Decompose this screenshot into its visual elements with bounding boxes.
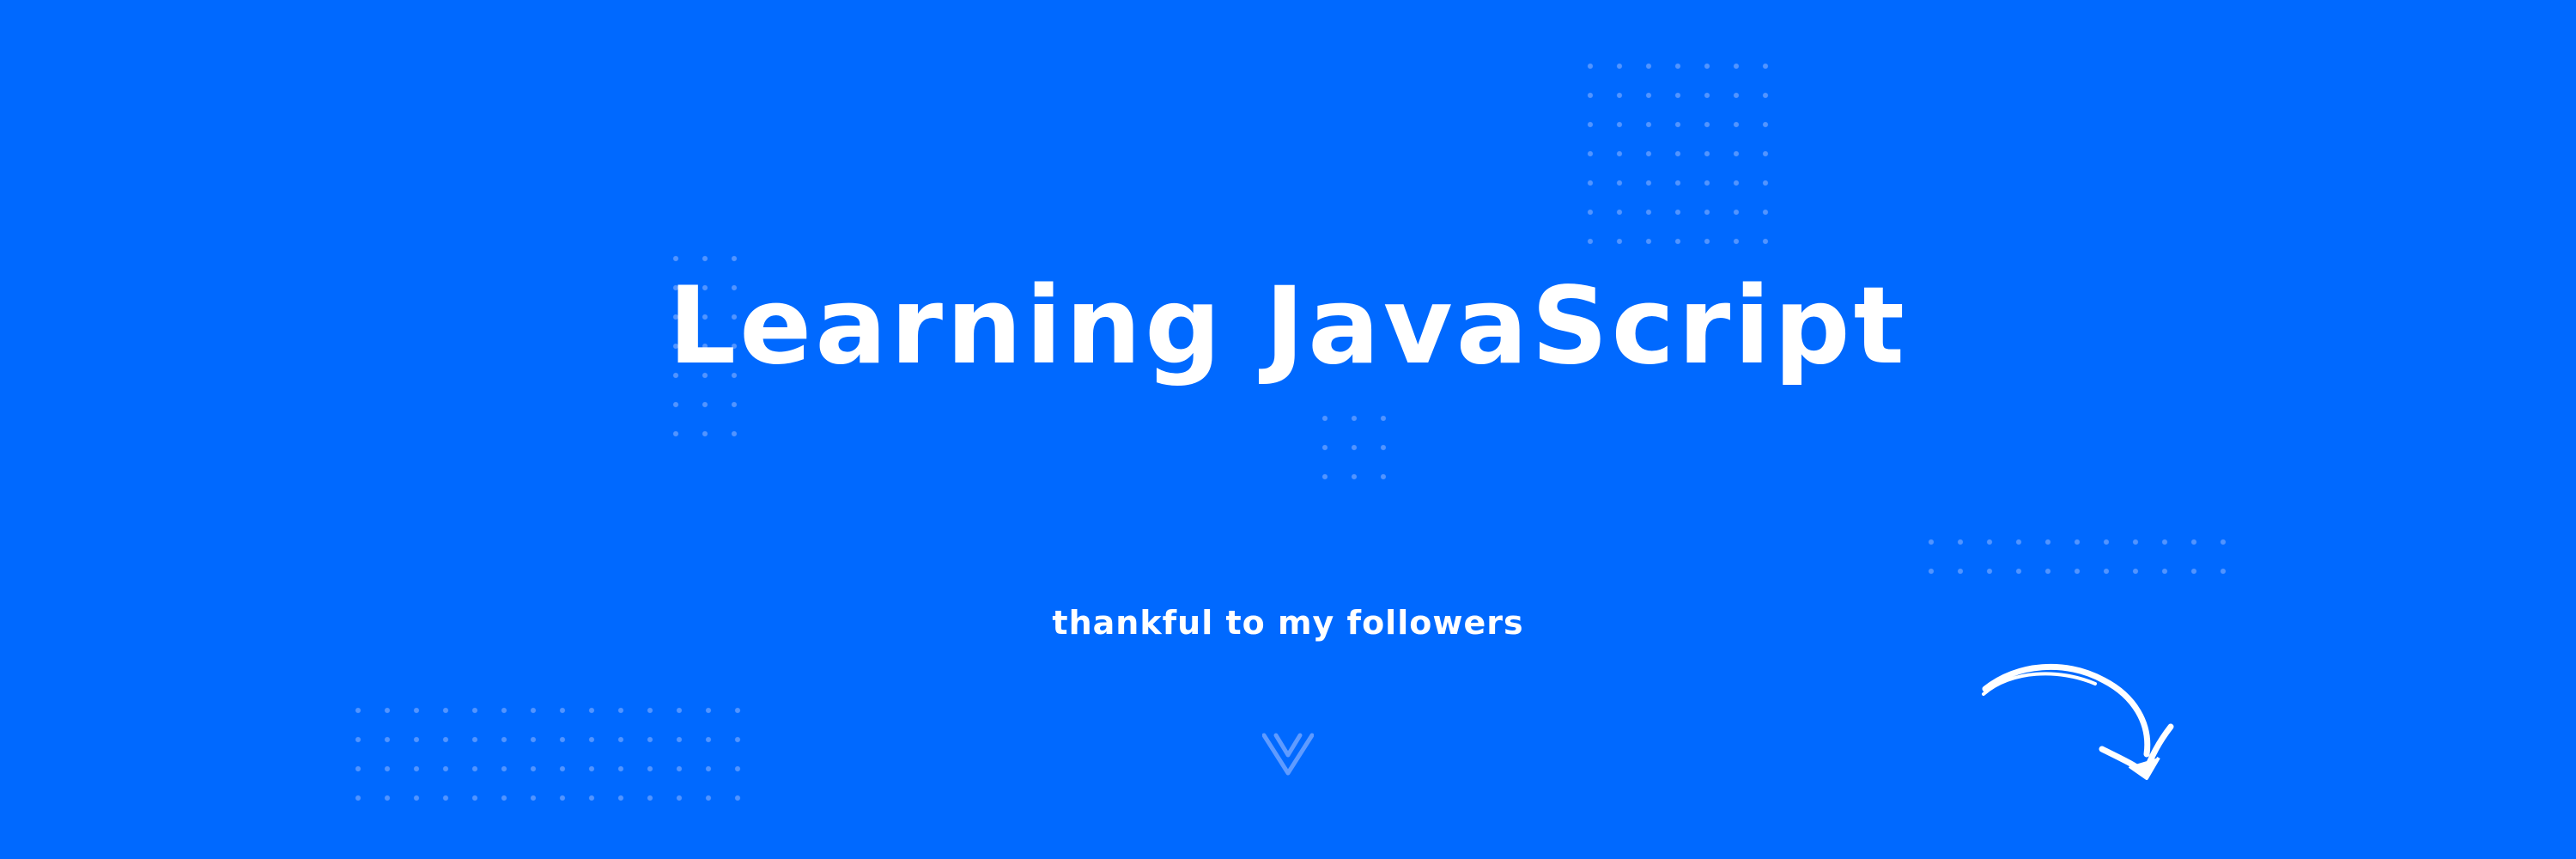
dot-grid-center <box>1310 404 1398 491</box>
dot-grid-bottom-left <box>343 696 752 813</box>
v-logo-icon <box>1262 733 1314 776</box>
curved-arrow-icon <box>1982 663 2174 780</box>
banner-title: Learning JavaScript <box>668 265 1908 388</box>
dot-grid-top-right <box>1576 52 1780 256</box>
dot-grid-right-middle <box>1917 527 2238 586</box>
banner: Learning JavaScript thankful to my follo… <box>0 0 2576 859</box>
banner-subtitle: thankful to my followers <box>1052 604 1524 642</box>
